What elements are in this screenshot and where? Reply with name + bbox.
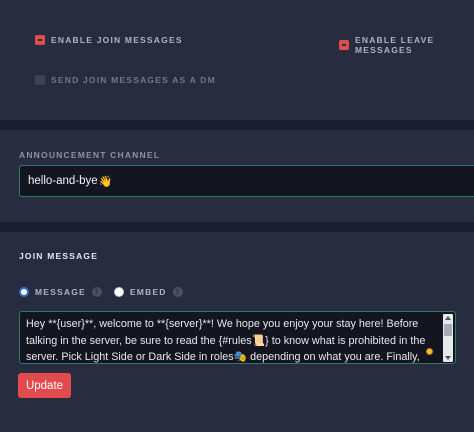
checkbox-checked-icon — [35, 35, 45, 45]
enable-leave-messages-label: ENABLE LEAVE MESSAGES — [355, 35, 435, 55]
checkbox-unchecked-icon — [35, 75, 45, 85]
embed-radio[interactable] — [113, 287, 124, 297]
toggles-panel: ENABLE JOIN MESSAGES ENABLE LEAVE MESSAG… — [0, 0, 474, 120]
send-join-as-dm-label: SEND JOIN MESSAGES AS A DM — [51, 75, 216, 85]
scroll-thumb[interactable] — [444, 324, 452, 336]
update-button[interactable]: Update — [18, 373, 71, 398]
embed-help-icon[interactable]: ? — [172, 287, 183, 297]
announcement-channel-label: ANNOUNCEMENT CHANNEL — [19, 150, 161, 160]
enable-join-messages-label: ENABLE JOIN MESSAGES — [51, 35, 183, 45]
embed-radio-label[interactable]: EMBED — [130, 287, 167, 297]
scroll-down-arrow-icon[interactable] — [445, 356, 451, 360]
message-type-radio-group: MESSAGE ? EMBED ? — [19, 287, 195, 297]
channel-value: hello-and-bye — [28, 175, 98, 187]
send-join-as-dm-checkbox[interactable]: SEND JOIN MESSAGES AS A DM — [35, 75, 216, 85]
announcement-channel-select[interactable]: hello-and-bye 👋 — [19, 165, 474, 197]
join-message-text: Hey **{user}**, welcome to **{server}**!… — [26, 318, 426, 363]
textarea-scrollbar[interactable] — [443, 314, 453, 362]
message-help-icon[interactable]: ? — [91, 287, 102, 297]
enable-join-messages-checkbox[interactable]: ENABLE JOIN MESSAGES — [35, 35, 183, 45]
emoji-picker-icon[interactable] — [426, 348, 433, 355]
message-radio[interactable] — [19, 287, 29, 297]
waving-hand-icon: 👋 — [98, 175, 113, 188]
enable-leave-messages-checkbox[interactable]: ENABLE LEAVE MESSAGES — [339, 35, 474, 55]
join-message-heading: JOIN MESSAGE — [19, 251, 99, 261]
join-message-textarea[interactable]: Hey **{user}**, welcome to **{server}**!… — [19, 311, 456, 364]
scroll-up-arrow-icon[interactable] — [445, 316, 451, 320]
checkbox-checked-icon — [339, 40, 349, 50]
message-radio-label[interactable]: MESSAGE — [35, 287, 86, 297]
